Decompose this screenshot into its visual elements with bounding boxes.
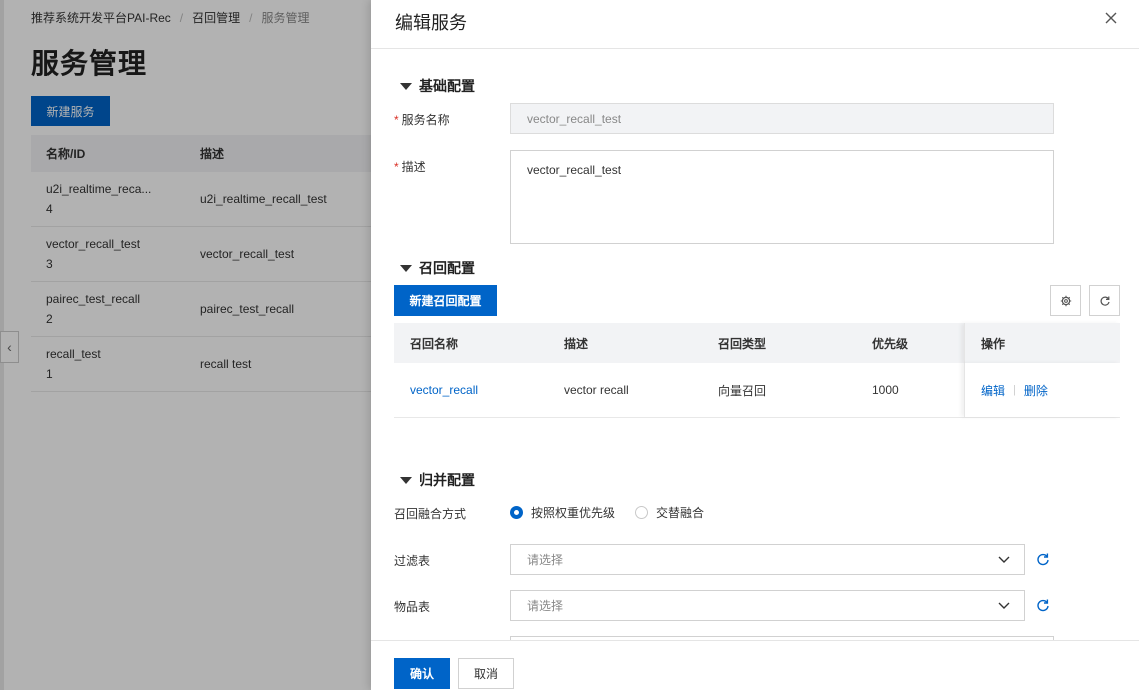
section-title: 归并配置 bbox=[419, 472, 475, 488]
item-table-select[interactable]: 请选择 bbox=[510, 590, 1025, 621]
refresh-icon bbox=[1100, 296, 1110, 306]
drawer-title: 编辑服务 bbox=[395, 13, 467, 33]
caret-down-icon bbox=[400, 476, 412, 484]
cancel-button[interactable]: 取消 bbox=[458, 658, 514, 689]
confirm-button[interactable]: 确认 bbox=[394, 658, 450, 689]
row-actions: 编辑 | 删除 bbox=[964, 363, 1120, 417]
required-mark: * bbox=[394, 113, 399, 127]
recall-desc: vector recall bbox=[564, 383, 629, 397]
table-row: vector_recall vector recall 向量召回 1000 编辑… bbox=[394, 363, 1120, 418]
new-recall-config-button[interactable]: 新建召回配置 bbox=[394, 285, 497, 316]
refresh-icon[interactable] bbox=[1036, 598, 1050, 612]
caret-down-icon bbox=[400, 264, 412, 272]
service-name-input: vector_recall_test bbox=[510, 103, 1054, 134]
edit-link[interactable]: 编辑 bbox=[981, 382, 1005, 399]
select-placeholder: 请选择 bbox=[527, 599, 564, 613]
column-header-recall-type: 召回类型 bbox=[718, 336, 767, 351]
section-recall-config[interactable]: 召回配置 bbox=[400, 258, 475, 278]
filter-table-select[interactable]: 请选择 bbox=[510, 544, 1025, 575]
section-basic-config[interactable]: 基础配置 bbox=[400, 76, 475, 96]
radio-alternate-merge[interactable]: 交替融合 bbox=[635, 504, 704, 521]
description-label: * 描述 bbox=[394, 158, 426, 175]
merge-method-label: 召回融合方式 bbox=[394, 507, 467, 521]
radio-unchecked-icon[interactable] bbox=[635, 506, 648, 519]
drawer-header: 编辑服务 bbox=[371, 0, 1139, 49]
recall-table-header: 召回名称 描述 召回类型 优先级 操作 bbox=[394, 323, 1120, 363]
column-header-recall-name: 召回名称 bbox=[410, 336, 459, 351]
action-divider: | bbox=[1013, 384, 1016, 396]
label-text: 服务名称 bbox=[401, 113, 450, 127]
description-textarea[interactable]: vector_recall_test bbox=[510, 150, 1054, 244]
refresh-icon[interactable] bbox=[1036, 552, 1050, 566]
radio-checked-icon[interactable] bbox=[510, 506, 523, 519]
item-table-label: 物品表 bbox=[394, 600, 431, 614]
settings-button[interactable] bbox=[1050, 285, 1081, 316]
recall-table: 召回名称 描述 召回类型 优先级 操作 vector_recall vector… bbox=[394, 323, 1120, 418]
close-icon[interactable] bbox=[1104, 11, 1118, 25]
required-mark: * bbox=[394, 160, 399, 174]
radio-weight-priority[interactable]: 按照权重优先级 bbox=[510, 504, 615, 521]
section-title: 召回配置 bbox=[419, 260, 475, 276]
chevron-down-icon bbox=[998, 556, 1010, 563]
recall-type: 向量召回 bbox=[718, 383, 767, 398]
column-header-desc: 描述 bbox=[564, 336, 589, 351]
chevron-down-icon bbox=[998, 602, 1010, 609]
select-placeholder: 请选择 bbox=[527, 553, 564, 567]
gear-icon bbox=[1060, 295, 1071, 306]
radio-label: 按照权重优先级 bbox=[531, 506, 616, 520]
section-merge-config[interactable]: 归并配置 bbox=[400, 470, 475, 490]
radio-label: 交替融合 bbox=[656, 506, 705, 520]
section-title: 基础配置 bbox=[419, 78, 475, 94]
service-name-label: * 服务名称 bbox=[394, 111, 450, 128]
edit-service-drawer: 编辑服务 基础配置 * 服务名称 vector_recall_test * 描述 v… bbox=[371, 0, 1139, 690]
refresh-button[interactable] bbox=[1089, 285, 1120, 316]
filter-table-label: 过滤表 bbox=[394, 554, 431, 568]
column-header-actions: 操作 bbox=[964, 323, 1120, 363]
recall-name-link[interactable]: vector_recall bbox=[410, 363, 478, 417]
delete-link[interactable]: 删除 bbox=[1024, 382, 1048, 399]
label-text: 描述 bbox=[401, 160, 426, 174]
modal-mask[interactable] bbox=[0, 0, 371, 690]
drawer-footer: 确认 取消 bbox=[371, 640, 1139, 690]
caret-down-icon bbox=[400, 82, 412, 90]
column-header-priority: 优先级 bbox=[872, 336, 909, 351]
recall-priority: 1000 bbox=[872, 383, 899, 397]
